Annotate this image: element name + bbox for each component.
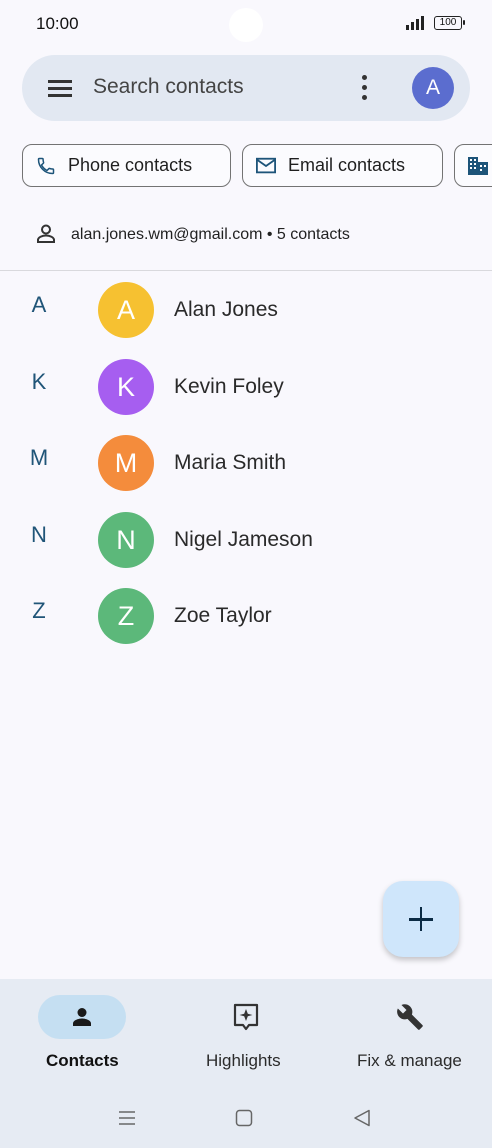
contact-avatar: N	[98, 512, 154, 568]
phone-icon	[37, 157, 55, 175]
contact-row-nigel-jameson[interactable]: N N Nigel Jameson	[0, 502, 492, 578]
home-icon[interactable]	[234, 1108, 254, 1128]
nav-contacts[interactable]: Contacts	[0, 979, 164, 1079]
nav-label: Contacts	[46, 1051, 119, 1070]
chip-label: Phone contacts	[68, 155, 193, 175]
add-contact-button[interactable]	[383, 881, 459, 957]
letter-header: K	[31, 369, 47, 394]
recents-menu-icon[interactable]	[117, 1108, 137, 1128]
contact-avatar: A	[98, 282, 154, 338]
search-bar[interactable]: Search contacts A	[22, 55, 470, 121]
divider	[0, 270, 492, 271]
contact-row-zoe-taylor[interactable]: Z Z Zoe Taylor	[0, 578, 492, 654]
person-icon	[73, 1008, 91, 1026]
nav-label: Highlights	[206, 1051, 281, 1070]
contact-name: Kevin Foley	[174, 375, 284, 398]
letter-header: M	[29, 445, 49, 470]
email-icon	[256, 157, 276, 174]
contact-avatar: Z	[98, 588, 154, 644]
chip-email-contacts[interactable]: Email contacts	[242, 144, 443, 187]
status-bar: 10:00 100	[0, 0, 492, 48]
contact-avatar: M	[98, 435, 154, 491]
business-icon	[468, 157, 488, 175]
wrench-icon	[397, 1004, 423, 1030]
back-icon[interactable]	[352, 1108, 372, 1128]
status-time: 10:00	[36, 14, 79, 33]
camera-cutout	[229, 8, 263, 42]
signal-icon	[406, 16, 424, 30]
filter-chips: Phone contacts Email contacts	[22, 144, 492, 188]
letter-header: N	[31, 522, 47, 547]
chip-business[interactable]	[454, 144, 492, 187]
system-navigation	[0, 1100, 492, 1140]
account-summary: alan.jones.wm@gmail.com • 5 contacts	[71, 226, 350, 243]
contact-row-kevin-foley[interactable]: K K Kevin Foley	[0, 349, 492, 425]
menu-icon[interactable]	[46, 77, 74, 99]
search-input[interactable]: Search contacts	[93, 75, 244, 99]
more-options-icon[interactable]	[358, 74, 370, 102]
contact-name: Alan Jones	[174, 298, 278, 321]
contact-row-maria-smith[interactable]: M M Maria Smith	[0, 425, 492, 501]
nav-highlights[interactable]: Highlights	[164, 979, 328, 1079]
account-row[interactable]: alan.jones.wm@gmail.com • 5 contacts	[0, 212, 492, 258]
battery-icon: 100	[434, 16, 465, 30]
contact-avatar: K	[98, 359, 154, 415]
nav-fix-manage[interactable]: Fix & manage	[328, 979, 492, 1079]
chip-phone-contacts[interactable]: Phone contacts	[22, 144, 231, 187]
contact-name: Maria Smith	[174, 451, 287, 474]
contact-name: Zoe Taylor	[174, 604, 272, 627]
letter-header: Z	[32, 598, 46, 623]
account-avatar[interactable]: A	[412, 67, 454, 109]
contact-row-alan-jones[interactable]: A A Alan Jones	[0, 272, 492, 348]
person-outline-icon	[37, 224, 55, 243]
nav-label: Fix & manage	[357, 1051, 462, 1070]
contact-name: Nigel Jameson	[174, 528, 313, 551]
letter-header: A	[31, 292, 47, 317]
highlights-icon	[233, 1003, 259, 1031]
chip-label: Email contacts	[288, 155, 406, 175]
